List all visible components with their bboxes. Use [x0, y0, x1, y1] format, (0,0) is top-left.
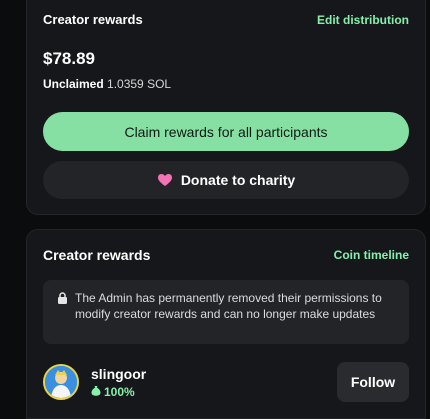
creator-rewards-info-header: Creator rewards Coin timeline	[43, 247, 409, 263]
user-info: slingoor 100%	[91, 366, 146, 399]
unclaimed-value: 1.0359 SOL	[107, 77, 172, 91]
donate-to-charity-button[interactable]: Donate to charity	[43, 161, 409, 199]
unclaimed-balance: Unclaimed 1.0359 SOL	[43, 77, 171, 91]
unclaimed-label: Unclaimed	[43, 77, 104, 91]
creator-rewards-card: Creator rewards Edit distribution $78.89…	[26, 0, 426, 215]
creator-rewards-title: Creator rewards	[43, 12, 143, 27]
heart-icon	[157, 172, 173, 188]
edit-distribution-link[interactable]: Edit distribution	[317, 13, 409, 27]
lock-icon	[57, 292, 68, 304]
reward-share-value: 100%	[104, 384, 135, 399]
rewards-amount: $78.89	[43, 49, 95, 68]
donate-label: Donate to charity	[180, 172, 296, 188]
creator-rewards-info-card: Creator rewards Coin timeline The Admin …	[26, 229, 426, 419]
creator-user[interactable]: slingoor 100%	[43, 364, 146, 400]
claim-rewards-button[interactable]: Claim rewards for all participants	[43, 112, 409, 151]
follow-button[interactable]: Follow	[337, 362, 409, 402]
notice-text: The Admin has permanently removed their …	[75, 291, 382, 321]
money-bag-icon	[91, 385, 101, 399]
username: slingoor	[91, 365, 147, 382]
creator-rewards-header: Creator rewards Edit distribution	[43, 12, 409, 27]
permissions-notice: The Admin has permanently removed their …	[43, 280, 409, 344]
creator-rewards-info-title: Creator rewards	[43, 247, 151, 263]
coin-timeline-link[interactable]: Coin timeline	[334, 248, 409, 262]
reward-share: 100%	[91, 385, 146, 399]
avatar[interactable]	[43, 364, 79, 400]
